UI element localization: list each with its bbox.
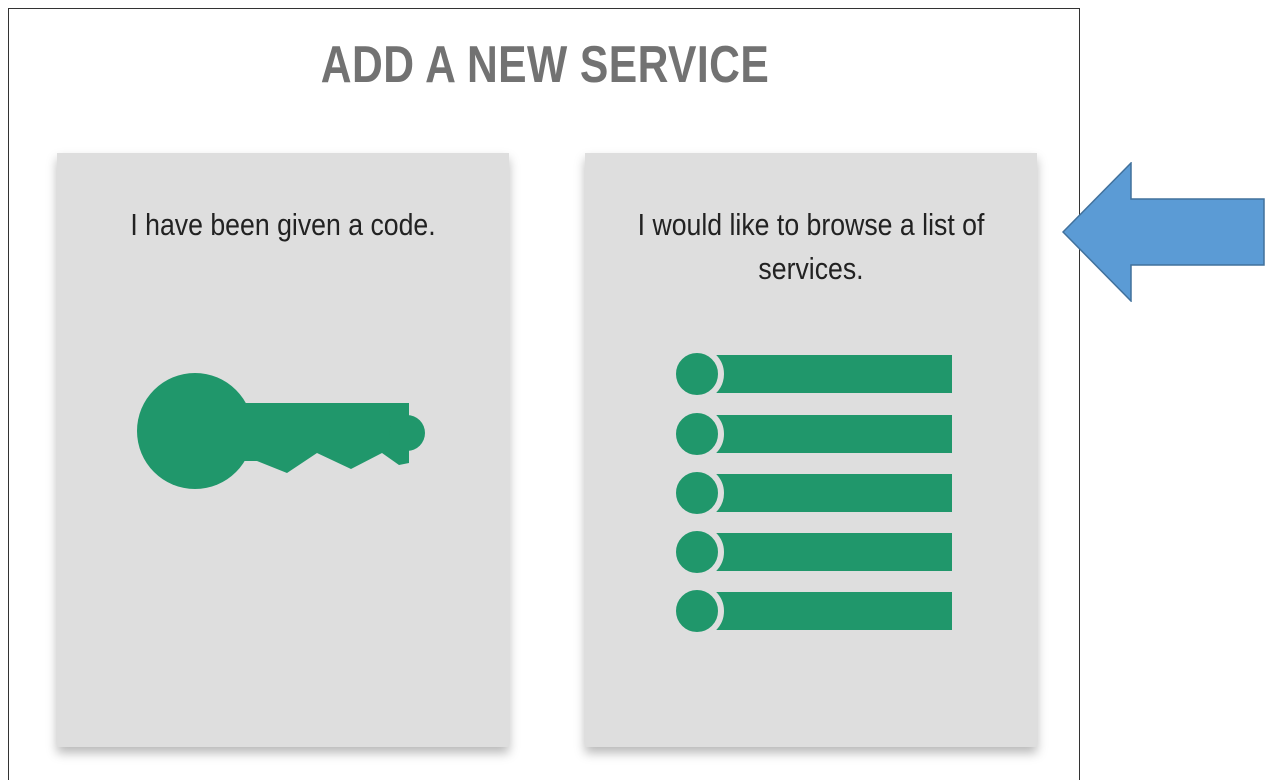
option-card-code[interactable]: I have been given a code.: [57, 153, 509, 747]
option-card-browse[interactable]: I would like to browse a list of service…: [585, 153, 1037, 747]
page-title: ADD A NEW SERVICE: [320, 36, 770, 94]
service-panel: ADD A NEW SERVICE I have been given a co…: [8, 8, 1080, 780]
option-label-code: I have been given a code.: [130, 207, 436, 242]
left-arrow-icon: [1062, 162, 1265, 302]
key-icon: [137, 373, 425, 489]
option-label-browse: I would like to browse a list of service…: [637, 207, 985, 286]
list-icon: [670, 349, 958, 638]
